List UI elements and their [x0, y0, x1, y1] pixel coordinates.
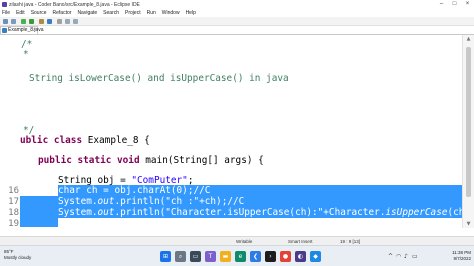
eclipse-icon [2, 2, 7, 7]
terminal-icon[interactable]: › [265, 251, 276, 262]
status-cursor-position: 19 : 9 [13] [340, 239, 361, 244]
comment-line: * [23, 49, 29, 60]
main-method-line: public static void main(String[] args) { [38, 155, 264, 166]
scrollbar-thumb[interactable] [466, 47, 471, 197]
line-number: 16 [8, 186, 19, 196]
selection-line-19 [20, 218, 58, 227]
search-icon[interactable] [57, 19, 62, 24]
code-fragment: (ch));//true [447, 207, 462, 218]
menu-edit[interactable]: Edit [16, 9, 25, 17]
app-icon[interactable]: ◆ [310, 251, 321, 262]
new-class-icon[interactable] [47, 19, 52, 24]
menu-help[interactable]: Help [186, 9, 196, 17]
keyword: ublic class [20, 135, 83, 146]
scroll-down-icon[interactable]: ▼ [463, 221, 474, 227]
window-title-bar: zilashi java - Coder Bano/src/Example_8.… [0, 0, 474, 9]
wifi-icon[interactable]: ◠ [396, 253, 401, 260]
code-editor[interactable]: /* * String isLowerCase() and isUpperCas… [0, 35, 462, 228]
chevron-up-icon[interactable]: ^ [388, 253, 393, 260]
menu-file[interactable]: File [2, 9, 10, 17]
code-fragment: .println("Character.isUpperCase(ch):"+Ch… [114, 207, 386, 218]
java-file-icon [2, 28, 7, 33]
println-isuppercase-line: System.out.println("Character.isUpperCas… [58, 207, 462, 218]
save-icon[interactable] [11, 19, 16, 24]
method-signature: main(String[] args) { [139, 155, 264, 166]
start-icon[interactable]: ⊞ [160, 251, 171, 262]
code-fragment: System. [58, 196, 98, 207]
line-number: 18 [8, 208, 19, 218]
window-title: zilashi java - Coder Bano/src/Example_8.… [9, 1, 140, 8]
close-tab-icon[interactable]: × [33, 27, 36, 34]
menu-search[interactable]: Search [103, 9, 119, 17]
menu-navigate[interactable]: Navigate [77, 9, 97, 17]
menu-run[interactable]: Run [147, 9, 156, 17]
menu-project[interactable]: Project [125, 9, 141, 17]
scroll-up-icon[interactable]: ▲ [463, 36, 474, 42]
eclipse-taskbar-icon[interactable]: ◐ [295, 251, 306, 262]
tab-example-8[interactable]: Example_8.java × [0, 26, 44, 34]
line-number: 19 [8, 219, 19, 228]
out-field: out [97, 196, 115, 207]
weather-condition: Mostly cloudy [4, 255, 32, 260]
line-number: 17 [8, 197, 19, 207]
close-icon[interactable]: × [461, 0, 474, 9]
maximize-icon[interactable]: □ [448, 0, 461, 9]
new-package-icon[interactable] [39, 19, 44, 24]
menu-bar: File Edit Source Refactor Navigate Searc… [0, 9, 474, 17]
minimize-icon[interactable]: – [435, 0, 448, 9]
chrome-icon[interactable]: ● [280, 251, 291, 262]
class-name: Example_8 { [82, 135, 150, 146]
navigate-back-icon[interactable] [65, 19, 70, 24]
toolbar [0, 17, 474, 26]
system-clock[interactable]: 11:38 PM 9/7/2022 [452, 250, 471, 262]
navigate-forward-icon[interactable] [73, 19, 78, 24]
task-view-icon[interactable]: ▭ [190, 251, 201, 262]
weather-widget[interactable]: 85°F Mostly cloudy [4, 249, 31, 261]
vertical-scrollbar[interactable]: ▲ ▼ [462, 35, 474, 228]
keyword: public static void [38, 155, 140, 166]
file-explorer-icon[interactable]: ▬ [220, 251, 231, 262]
search-icon[interactable]: ⌕ [175, 251, 186, 262]
vscode-icon[interactable]: ❮ [250, 251, 261, 262]
out-field: out [97, 207, 115, 218]
status-insert-mode: Smart Insert [288, 239, 313, 244]
run-icon[interactable] [29, 19, 34, 24]
method-name: isUpperCase [385, 207, 448, 218]
teams-icon[interactable]: T [205, 251, 216, 262]
code-fragment: System. [58, 207, 98, 218]
battery-icon[interactable]: ▭ [412, 253, 418, 260]
comment-title-line: String isLowerCase() and isUpperCase() i… [29, 73, 289, 84]
volume-icon[interactable]: ♪ [404, 253, 408, 260]
println-ch-line: System.out.println("ch :"+ch);//C [58, 196, 244, 207]
char-assignment-line: char ch = obj.charAt(0);//C [58, 185, 211, 196]
menu-refactor[interactable]: Refactor [53, 9, 72, 17]
edge-icon[interactable]: e [235, 251, 246, 262]
code-fragment: .println("ch :"+ch);//C [114, 196, 245, 207]
debug-icon[interactable] [21, 19, 26, 24]
tab-label: Example_8.java [8, 27, 44, 33]
status-writable: Writable [236, 239, 253, 244]
status-bar: Writable Smart Insert 19 : 9 [13] [0, 236, 474, 245]
clock-date: 9/7/2022 [453, 256, 471, 261]
windows-taskbar: 85°F Mostly cloudy ⊞ ⌕ ▭ T ▬ e ❮ › ● ◐ ◆… [0, 245, 474, 266]
menu-source[interactable]: Source [31, 9, 47, 17]
class-declaration-line: ublic class Example_8 { [20, 135, 150, 146]
new-file-icon[interactable] [3, 19, 8, 24]
menu-window[interactable]: Window [162, 9, 180, 17]
